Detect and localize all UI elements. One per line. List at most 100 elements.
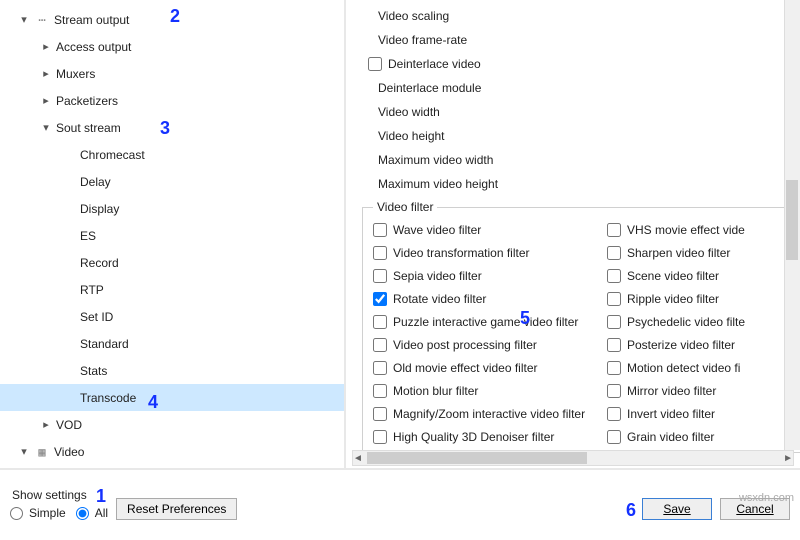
tree-item-chromecast[interactable]: Chromecast bbox=[0, 141, 344, 168]
tree-item-delay[interactable]: Delay bbox=[0, 168, 344, 195]
tree-item-set-id[interactable]: Set ID bbox=[0, 303, 344, 330]
row-deinterlace-video[interactable]: Deinterlace video bbox=[358, 52, 792, 76]
tree-label: Video bbox=[52, 445, 338, 459]
filter-checkbox[interactable] bbox=[607, 223, 621, 237]
tree-item-es[interactable]: ES bbox=[0, 222, 344, 249]
filter-left-7[interactable]: Motion blur filter bbox=[373, 379, 603, 402]
save-button[interactable]: Save bbox=[642, 498, 712, 520]
tree-item-vod[interactable]: ▸ VOD bbox=[0, 411, 344, 438]
filter-right-3[interactable]: Ripple video filter bbox=[607, 287, 800, 310]
label-video-height: Video height bbox=[358, 124, 792, 148]
filter-right-0[interactable]: VHS movie effect vide bbox=[607, 218, 800, 241]
filter-checkbox[interactable] bbox=[607, 407, 621, 421]
deinterlace-video-checkbox[interactable] bbox=[368, 57, 382, 71]
show-settings-simple-radio[interactable] bbox=[10, 507, 23, 520]
chevron-down-icon[interactable]: ▾ bbox=[16, 13, 32, 26]
filter-left-9[interactable]: High Quality 3D Denoiser filter bbox=[373, 425, 603, 448]
filter-left-6[interactable]: Old movie effect video filter bbox=[373, 356, 603, 379]
filter-left-4[interactable]: Puzzle interactive game video filter bbox=[373, 310, 603, 333]
filter-checkbox[interactable] bbox=[607, 338, 621, 352]
filter-label: Rotate video filter bbox=[393, 292, 486, 306]
vertical-scrollbar[interactable] bbox=[784, 0, 800, 450]
filter-right-6[interactable]: Motion detect video fi bbox=[607, 356, 800, 379]
filter-checkbox[interactable] bbox=[607, 361, 621, 375]
tree-label: Chromecast bbox=[78, 148, 338, 162]
tree-item-stats[interactable]: Stats bbox=[0, 357, 344, 384]
filter-checkbox[interactable] bbox=[373, 292, 387, 306]
filter-checkbox[interactable] bbox=[373, 430, 387, 444]
filter-right-9[interactable]: Grain video filter bbox=[607, 425, 800, 448]
show-settings-simple-label: Simple bbox=[29, 506, 66, 520]
filter-checkbox[interactable] bbox=[607, 292, 621, 306]
filter-right-7[interactable]: Mirror video filter bbox=[607, 379, 800, 402]
tree-label: Transcode bbox=[78, 391, 338, 405]
chevron-down-icon[interactable]: ▾ bbox=[16, 445, 32, 458]
horizontal-scrollbar[interactable]: ◄ ► bbox=[352, 450, 794, 466]
filter-left-8[interactable]: Magnify/Zoom interactive video filter bbox=[373, 402, 603, 425]
filter-checkbox[interactable] bbox=[373, 269, 387, 283]
label-video-scaling: Video scaling bbox=[358, 4, 792, 28]
chevron-down-icon[interactable]: ▾ bbox=[38, 121, 54, 134]
filter-right-8[interactable]: Invert video filter bbox=[607, 402, 800, 425]
filter-right-4[interactable]: Psychedelic video filte bbox=[607, 310, 800, 333]
video-filter-legend: Video filter bbox=[373, 200, 437, 214]
filter-right-2[interactable]: Scene video filter bbox=[607, 264, 800, 287]
tree-item-transcode[interactable]: Transcode bbox=[0, 384, 344, 411]
filter-label: Puzzle interactive game video filter bbox=[393, 315, 578, 329]
filter-checkbox[interactable] bbox=[607, 246, 621, 260]
filter-checkbox[interactable] bbox=[607, 269, 621, 283]
reset-preferences-button[interactable]: Reset Preferences bbox=[116, 498, 237, 520]
filter-checkbox[interactable] bbox=[373, 361, 387, 375]
chevron-right-icon[interactable]: ▸ bbox=[38, 40, 54, 53]
scroll-left-icon[interactable]: ◄ bbox=[353, 453, 363, 464]
filter-left-0[interactable]: Wave video filter bbox=[373, 218, 603, 241]
label-max-video-height: Maximum video height bbox=[358, 172, 792, 196]
filter-label: Posterize video filter bbox=[627, 338, 735, 352]
filter-checkbox[interactable] bbox=[373, 338, 387, 352]
filter-checkbox[interactable] bbox=[607, 315, 621, 329]
tree-item-display[interactable]: Display bbox=[0, 195, 344, 222]
tree-label: Standard bbox=[78, 337, 338, 351]
filter-checkbox[interactable] bbox=[373, 246, 387, 260]
filter-checkbox[interactable] bbox=[607, 430, 621, 444]
settings-panel: Video scaling Video frame-rate Deinterla… bbox=[346, 0, 800, 468]
filter-label: Old movie effect video filter bbox=[393, 361, 538, 375]
filter-right-5[interactable]: Posterize video filter bbox=[607, 333, 800, 356]
tree-label: RTP bbox=[78, 283, 338, 297]
tree-item-video[interactable]: ▾ ▦ Video bbox=[0, 438, 344, 465]
filter-left-3[interactable]: Rotate video filter bbox=[373, 287, 603, 310]
watermark: wsxdn.com bbox=[739, 492, 794, 504]
tree-item-sout-stream[interactable]: ▾ Sout stream bbox=[0, 114, 344, 141]
show-settings-all-radio[interactable] bbox=[76, 507, 89, 520]
tree-item-stream-output[interactable]: ▾ ⋯ Stream output bbox=[0, 6, 344, 33]
scroll-right-icon[interactable]: ► bbox=[783, 453, 793, 464]
chevron-right-icon[interactable]: ▸ bbox=[38, 418, 54, 431]
scrollbar-thumb[interactable] bbox=[367, 452, 587, 464]
filter-checkbox[interactable] bbox=[373, 407, 387, 421]
tree-item-access-output[interactable]: ▸ Access output bbox=[0, 33, 344, 60]
filter-right-1[interactable]: Sharpen video filter bbox=[607, 241, 800, 264]
filter-left-5[interactable]: Video post processing filter bbox=[373, 333, 603, 356]
chevron-right-icon[interactable]: ▸ bbox=[38, 94, 54, 107]
filter-label: Sepia video filter bbox=[393, 269, 482, 283]
filter-left-1[interactable]: Video transformation filter bbox=[373, 241, 603, 264]
video-filter-group: Video filter Wave video filterVHS movie … bbox=[362, 200, 800, 453]
filter-label: Psychedelic video filte bbox=[627, 315, 745, 329]
chevron-right-icon[interactable]: ▸ bbox=[38, 67, 54, 80]
tree-item-record[interactable]: Record bbox=[0, 249, 344, 276]
filter-left-2[interactable]: Sepia video filter bbox=[373, 264, 603, 287]
tree-item-packetizers[interactable]: ▸ Packetizers bbox=[0, 87, 344, 114]
filter-checkbox[interactable] bbox=[373, 315, 387, 329]
tree-label: Record bbox=[78, 256, 338, 270]
filter-label: Ripple video filter bbox=[627, 292, 719, 306]
filter-checkbox[interactable] bbox=[373, 223, 387, 237]
scrollbar-thumb[interactable] bbox=[786, 180, 798, 260]
tree-item-muxers[interactable]: ▸ Muxers bbox=[0, 60, 344, 87]
filter-label: Video transformation filter bbox=[393, 246, 530, 260]
filter-label: High Quality 3D Denoiser filter bbox=[393, 430, 554, 444]
tree-item-standard[interactable]: Standard bbox=[0, 330, 344, 357]
filter-checkbox[interactable] bbox=[373, 384, 387, 398]
tree-item-rtp[interactable]: RTP bbox=[0, 276, 344, 303]
footer-bar: Show settings Simple All Reset Preferenc… bbox=[0, 470, 800, 530]
filter-checkbox[interactable] bbox=[607, 384, 621, 398]
